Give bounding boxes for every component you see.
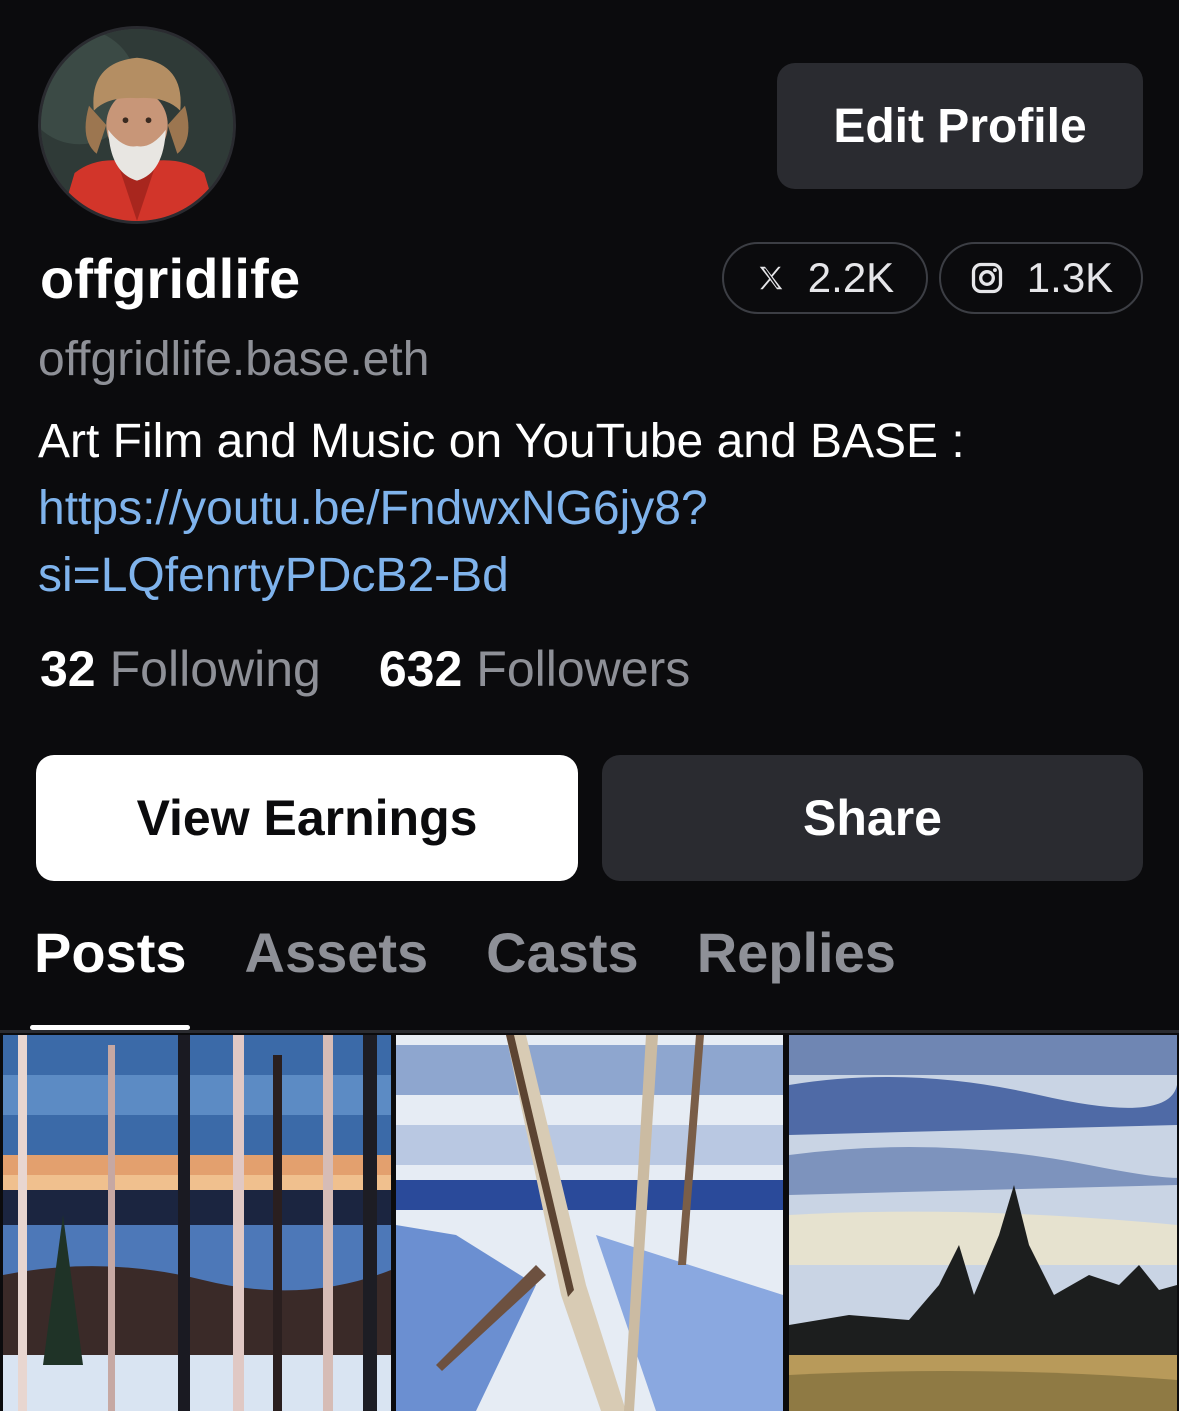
posts-grid <box>0 1035 1179 1411</box>
tab-casts[interactable]: Casts <box>486 920 639 1000</box>
tab-replies[interactable]: Replies <box>697 920 896 1000</box>
profile-tabs: Posts Assets Casts Replies <box>34 920 896 1000</box>
bio-text: Art Film and Music on YouTube and BASE : <box>38 415 965 468</box>
followers-label: Followers <box>476 641 691 697</box>
followers-count: 632 <box>378 641 463 697</box>
avatar-image <box>41 29 233 221</box>
following-label: Following <box>109 641 321 697</box>
post-thumbnail[interactable] <box>789 1035 1177 1411</box>
instagram-follower-count: 1.3K <box>1026 254 1114 301</box>
tab-divider <box>0 1030 1179 1033</box>
avatar[interactable] <box>38 26 236 224</box>
following-count: 32 <box>40 641 96 697</box>
share-button[interactable]: Share <box>602 755 1143 881</box>
bio-link-line2[interactable]: si=LQfenrtyPDcB2-Bd <box>38 542 1138 609</box>
post-thumbnail[interactable] <box>3 1035 391 1411</box>
painting-image <box>396 1035 783 1411</box>
follow-stats: 32 Following 632 Followers <box>40 640 690 698</box>
following-stat[interactable]: 32 Following <box>40 640 321 698</box>
bio-link-line1[interactable]: https://youtu.be/FndwxNG6jy8? <box>38 475 1138 542</box>
tab-assets[interactable]: Assets <box>245 920 429 1000</box>
edit-profile-button[interactable]: Edit Profile <box>777 63 1143 189</box>
painting-image <box>789 1035 1177 1411</box>
username: offgridlife <box>40 247 301 310</box>
followers-stat[interactable]: 632 Followers <box>379 640 690 698</box>
x-followers-pill[interactable]: 2.2K <box>722 242 928 314</box>
bio: Art Film and Music on YouTube and BASE :… <box>38 408 1138 609</box>
tab-posts[interactable]: Posts <box>34 920 187 1000</box>
instagram-followers-pill[interactable]: 1.3K <box>939 242 1143 314</box>
ens-handle: offgridlife.base.eth <box>38 333 430 386</box>
x-logo-icon <box>756 263 786 293</box>
x-follower-count: 2.2K <box>807 254 895 301</box>
post-thumbnail[interactable] <box>396 1035 783 1411</box>
view-earnings-button[interactable]: View Earnings <box>36 755 578 881</box>
instagram-icon <box>969 260 1005 296</box>
painting-image <box>3 1035 391 1411</box>
